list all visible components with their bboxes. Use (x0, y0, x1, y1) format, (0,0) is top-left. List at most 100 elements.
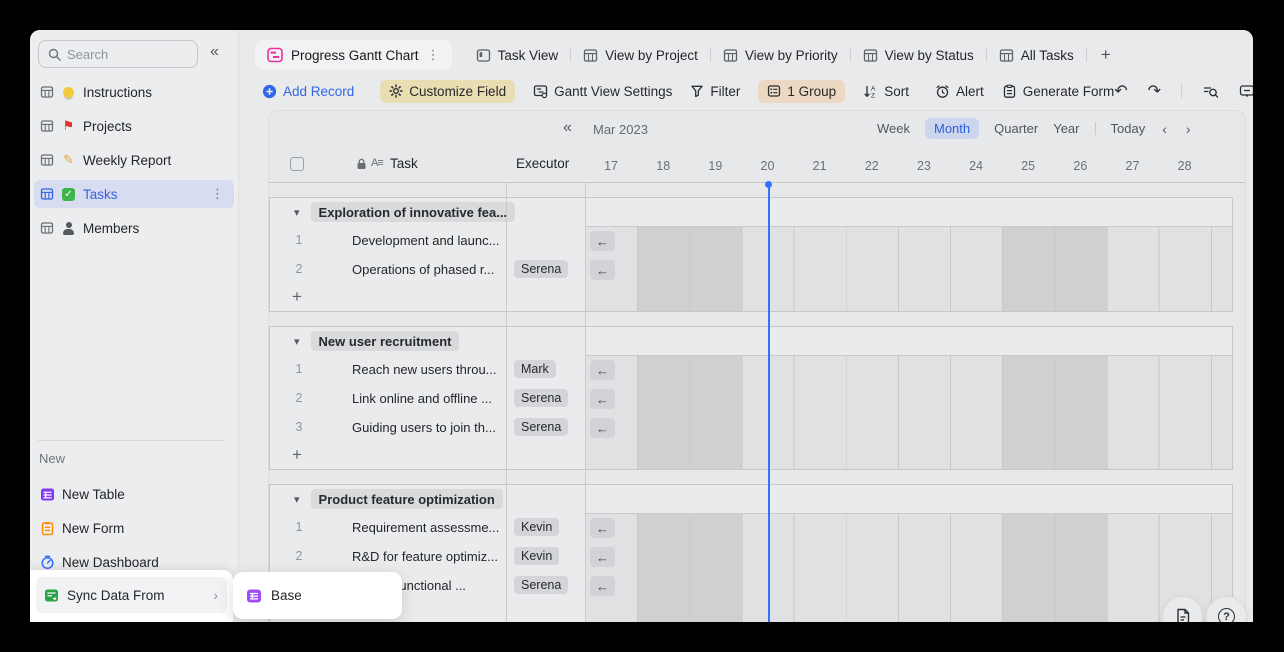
table-row[interactable]: 2 R&D for feature optimiz... Kevin (270, 542, 586, 571)
comment-icon[interactable] (1239, 84, 1253, 99)
sidebar-item-weekly-report[interactable]: ✎ Weekly Report (34, 146, 234, 174)
sidebar-item-instructions[interactable]: Instructions (34, 78, 234, 106)
scroll-to-bar-button[interactable]: ← (590, 418, 615, 438)
zoom-week[interactable]: Week (877, 121, 910, 136)
gantt-rows-area: ← ← ← (586, 513, 1232, 622)
group-button[interactable]: 1 Group (758, 80, 845, 103)
zoom-year[interactable]: Year (1053, 121, 1079, 136)
tab-view-by-project[interactable]: View by Project (571, 48, 710, 63)
tab-label: All Tasks (1021, 48, 1074, 63)
new-section-label: New (39, 451, 65, 466)
executor-tag[interactable]: Serena (514, 576, 568, 594)
table-row[interactable]: 1 Reach new users throu... Mark (270, 355, 586, 384)
group-title-tag[interactable]: Product feature optimization (311, 489, 503, 509)
table-row[interactable]: 1 Development and launc... (270, 226, 586, 255)
sidebar-item-projects[interactable]: ⚑ Projects (34, 112, 234, 140)
tab-task-view[interactable]: Task View (464, 48, 571, 63)
redo-icon[interactable]: ↷ (1148, 81, 1161, 101)
search-records-icon[interactable] (1202, 84, 1219, 99)
group-title-tag[interactable]: New user recruitment (311, 331, 460, 351)
day-header: 25 (1002, 159, 1054, 173)
task-cell[interactable]: Link online and offline ... (352, 391, 504, 406)
collapse-caret-icon[interactable]: ▾ (294, 335, 300, 348)
filter-label: Filter (710, 84, 740, 99)
tab-more-icon[interactable]: ⋮ (427, 47, 440, 63)
undo-icon[interactable]: ↶ (1114, 81, 1127, 101)
sync-data-from-menu-item[interactable]: Sync Data From › (36, 577, 227, 613)
prev-period-icon[interactable]: ‹ (1160, 121, 1169, 137)
add-record-button[interactable]: Add Record (262, 84, 354, 99)
scroll-to-bar-button[interactable]: ← (590, 547, 615, 567)
add-row[interactable]: + (270, 442, 586, 470)
gantt-view-settings-button[interactable]: Gantt View Settings (533, 84, 672, 99)
sidebar-table-list: Instructions ⚑ Projects (30, 78, 238, 248)
table-collapse-icon[interactable]: « (563, 119, 572, 137)
search-input[interactable]: Search (38, 40, 198, 68)
table-row[interactable]: 3 Guiding users to join th... Serena (270, 413, 586, 442)
executor-tag[interactable]: Serena (514, 389, 568, 407)
new-table-button[interactable]: New Table (34, 480, 234, 508)
alert-button[interactable]: Alert (935, 84, 984, 99)
executor-tag[interactable]: Serena (514, 418, 568, 436)
filter-button[interactable]: Filter (690, 84, 740, 99)
table-icon (40, 187, 54, 201)
task-cell[interactable]: R&D for feature optimiz... (352, 549, 504, 564)
select-all-checkbox[interactable] (290, 157, 304, 171)
new-form-button[interactable]: New Form (34, 514, 234, 542)
group-title-tag[interactable]: Exploration of innovative fea... (311, 202, 516, 222)
plus-icon[interactable]: + (292, 445, 302, 465)
executor-column-header[interactable]: Executor (516, 156, 569, 171)
executor-tag[interactable]: Mark (514, 360, 556, 378)
new-item-label: New Dashboard (62, 555, 159, 570)
sort-az-icon: A Z (863, 84, 878, 99)
table-gantt-divider[interactable] (585, 183, 586, 622)
day-header: 18 (637, 159, 689, 173)
executor-tag[interactable]: Kevin (514, 547, 559, 565)
sort-button[interactable]: A Z Sort (863, 84, 909, 99)
executor-tag[interactable]: Serena (514, 260, 568, 278)
new-item-label: New Table (62, 487, 125, 502)
plus-icon[interactable]: + (292, 287, 302, 307)
scroll-to-bar-button[interactable]: ← (590, 260, 615, 280)
executor-tag[interactable]: Kevin (514, 518, 559, 536)
add-view-button[interactable]: + (1087, 45, 1125, 65)
collapse-caret-icon[interactable]: ▾ (294, 493, 300, 506)
sidebar-item-members[interactable]: Members (34, 214, 234, 242)
customize-field-button[interactable]: Customize Field (380, 80, 515, 103)
scroll-to-bar-button[interactable]: ← (590, 389, 615, 409)
sidebar-collapse-icon[interactable]: « (210, 43, 219, 61)
table-row[interactable]: 2 Operations of phased r... Serena (270, 255, 586, 284)
sidebar-divider (38, 440, 224, 441)
more-icon[interactable]: ⋮ (211, 186, 224, 202)
task-cell[interactable]: Requirement assessme... (352, 520, 504, 535)
add-row[interactable]: + (270, 284, 586, 312)
gantt-settings-icon (533, 84, 548, 99)
generate-form-button[interactable]: Generate Form (1002, 84, 1115, 99)
zoom-quarter[interactable]: Quarter (994, 121, 1038, 136)
task-cell[interactable]: Reach new users throu... (352, 362, 504, 377)
tab-view-by-status[interactable]: View by Status (851, 48, 986, 63)
scroll-to-bar-button[interactable]: ← (590, 231, 615, 251)
table-row[interactable]: 2 Link online and offline ... Serena (270, 384, 586, 413)
scroll-to-bar-button[interactable]: ← (590, 576, 615, 596)
base-menu-item[interactable]: Base (271, 588, 302, 603)
tab-progress-gantt-chart[interactable]: Progress Gantt Chart ⋮ (255, 40, 452, 70)
task-column-header[interactable]: Task (390, 156, 418, 171)
scroll-to-bar-button[interactable]: ← (590, 360, 615, 380)
tab-all-tasks[interactable]: All Tasks (987, 48, 1086, 63)
question-mark-icon: ? (1218, 608, 1235, 622)
scroll-to-bar-button[interactable]: ← (590, 518, 615, 538)
task-cell[interactable]: Development and launc... (352, 233, 504, 248)
sidebar-item-tasks[interactable]: ✓ Tasks ⋮ (34, 180, 234, 208)
next-period-icon[interactable]: › (1184, 121, 1193, 137)
tab-view-by-priority[interactable]: View by Priority (711, 48, 850, 63)
table-row[interactable]: 1 Requirement assessme... Kevin (270, 513, 586, 542)
collapse-caret-icon[interactable]: ▾ (294, 206, 300, 219)
today-line (768, 183, 770, 622)
today-button[interactable]: Today (1111, 121, 1146, 136)
row-number: 1 (290, 520, 308, 534)
base-submenu-popup[interactable]: Base (233, 572, 402, 619)
zoom-month-selected[interactable]: Month (925, 118, 979, 139)
task-cell[interactable]: Operations of phased r... (352, 262, 504, 277)
task-cell[interactable]: Guiding users to join th... (352, 420, 504, 435)
